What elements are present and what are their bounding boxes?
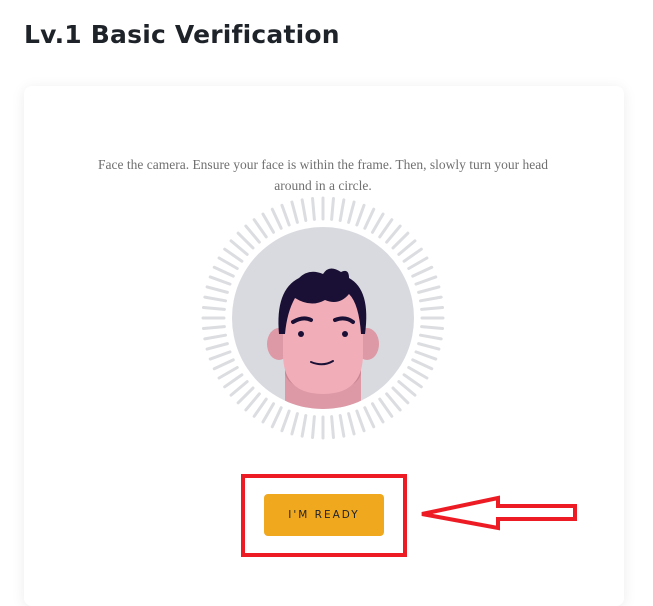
progress-tick xyxy=(217,366,239,380)
progress-tick xyxy=(270,207,283,230)
progress-tick xyxy=(397,380,417,397)
progress-tick xyxy=(203,295,228,303)
progress-tick xyxy=(391,386,410,405)
progress-tick xyxy=(290,412,299,436)
im-ready-button[interactable]: I'M READY xyxy=(264,494,384,536)
progress-tick xyxy=(407,366,429,380)
progress-tick xyxy=(208,350,232,361)
progress-tick xyxy=(223,247,244,263)
progress-tick xyxy=(261,212,275,234)
progress-tick xyxy=(371,402,385,424)
progress-tick xyxy=(397,239,417,256)
progress-tick xyxy=(244,392,261,412)
progress-tick xyxy=(223,373,244,389)
progress-tick xyxy=(300,198,308,223)
progress-tick xyxy=(229,239,249,256)
progress-tick xyxy=(378,397,394,418)
progress-tick xyxy=(414,350,438,361)
progress-tick xyxy=(252,397,268,418)
progress-tick xyxy=(338,198,346,223)
instruction-text: Face the camera. Ensure your face is wit… xyxy=(98,157,548,193)
progress-tick xyxy=(252,218,268,239)
progress-tick xyxy=(236,231,255,250)
face-illustration-icon xyxy=(201,196,445,440)
arrow-left-icon xyxy=(421,495,577,531)
progress-tick xyxy=(407,256,429,270)
progress-tick xyxy=(391,231,410,250)
progress-tick xyxy=(203,333,228,341)
progress-tick xyxy=(290,200,299,224)
progress-tick xyxy=(418,295,443,303)
progress-tick xyxy=(205,342,229,351)
progress-tick xyxy=(411,358,434,371)
progress-tick xyxy=(261,402,275,424)
progress-tick xyxy=(385,224,402,244)
page-title: Lv.1 Basic Verification xyxy=(24,20,340,49)
progress-tick xyxy=(270,406,283,429)
progress-tick xyxy=(347,200,356,224)
progress-tick xyxy=(363,207,376,230)
progress-tick xyxy=(217,256,239,270)
progress-tick xyxy=(417,285,441,294)
progress-tick xyxy=(311,196,316,221)
progress-tick xyxy=(205,285,229,294)
progress-tick xyxy=(418,333,443,341)
progress-tick xyxy=(236,386,255,405)
progress-tick xyxy=(300,413,308,438)
progress-tick xyxy=(212,265,235,278)
progress-tick xyxy=(201,306,226,311)
progress-tick xyxy=(330,196,335,221)
progress-tick xyxy=(371,212,385,234)
progress-tick xyxy=(208,275,232,286)
progress-tick xyxy=(355,409,366,433)
progress-tick xyxy=(411,265,434,278)
progress-tick xyxy=(417,342,441,351)
progress-tick xyxy=(201,325,226,330)
progress-tick xyxy=(338,413,346,438)
progress-tick xyxy=(330,415,335,440)
progress-tick xyxy=(244,224,261,244)
progress-tick xyxy=(420,325,445,330)
progress-tick xyxy=(355,203,366,227)
progress-tick xyxy=(363,406,376,429)
progress-tick xyxy=(280,203,291,227)
progress-tick xyxy=(347,412,356,436)
progress-tick xyxy=(402,373,423,389)
progress-tick xyxy=(212,358,235,371)
progress-tick xyxy=(402,247,423,263)
progress-tick xyxy=(378,218,394,239)
progress-tick xyxy=(414,275,438,286)
progress-tick xyxy=(280,409,291,433)
progress-tick xyxy=(311,415,316,440)
progress-tick xyxy=(420,306,445,311)
progress-tick xyxy=(385,392,402,412)
progress-tick xyxy=(229,380,249,397)
